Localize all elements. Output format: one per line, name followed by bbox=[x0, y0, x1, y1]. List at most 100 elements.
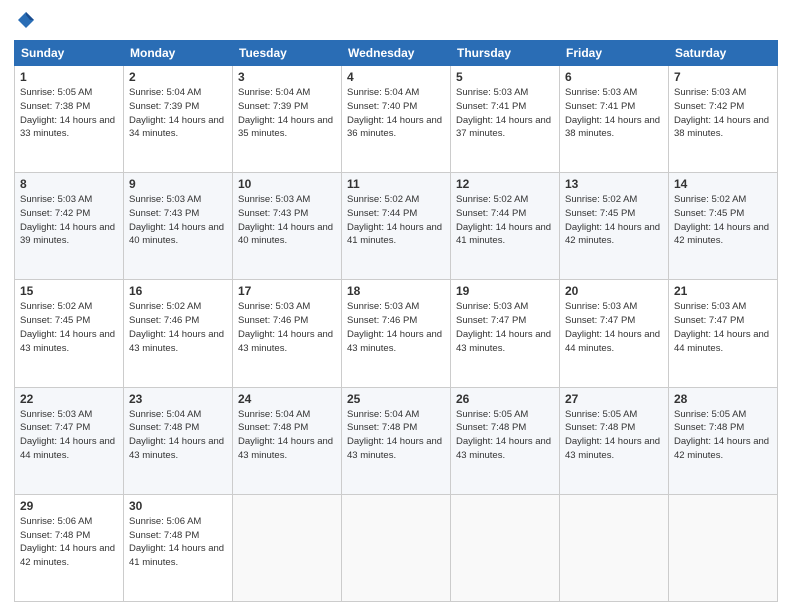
day-number: 22 bbox=[20, 392, 118, 406]
day-info: Sunrise: 5:03 AMSunset: 7:46 PMDaylight:… bbox=[238, 300, 336, 355]
header bbox=[14, 10, 778, 32]
day-info: Sunrise: 5:05 AMSunset: 7:48 PMDaylight:… bbox=[674, 408, 772, 463]
day-info: Sunrise: 5:04 AMSunset: 7:48 PMDaylight:… bbox=[129, 408, 227, 463]
calendar-header-saturday: Saturday bbox=[669, 41, 778, 66]
calendar-header-monday: Monday bbox=[124, 41, 233, 66]
calendar-week-row: 8 Sunrise: 5:03 AMSunset: 7:42 PMDaylight… bbox=[15, 173, 778, 280]
calendar-cell: 4 Sunrise: 5:04 AMSunset: 7:40 PMDaylight… bbox=[342, 66, 451, 173]
day-info: Sunrise: 5:03 AMSunset: 7:43 PMDaylight:… bbox=[129, 193, 227, 248]
calendar-cell bbox=[669, 494, 778, 601]
day-number: 20 bbox=[565, 284, 663, 298]
day-info: Sunrise: 5:04 AMSunset: 7:39 PMDaylight:… bbox=[129, 86, 227, 141]
day-number: 9 bbox=[129, 177, 227, 191]
calendar-cell: 19 Sunrise: 5:03 AMSunset: 7:47 PMDayligh… bbox=[451, 280, 560, 387]
calendar-cell: 25 Sunrise: 5:04 AMSunset: 7:48 PMDayligh… bbox=[342, 387, 451, 494]
day-info: Sunrise: 5:02 AMSunset: 7:45 PMDaylight:… bbox=[565, 193, 663, 248]
day-number: 15 bbox=[20, 284, 118, 298]
calendar-cell: 22Sunrise: 5:03 AMSunset: 7:47 PMDayligh… bbox=[15, 387, 124, 494]
day-number: 2 bbox=[129, 70, 227, 84]
day-info: Sunrise: 5:05 AMSunset: 7:38 PMDaylight:… bbox=[20, 86, 118, 141]
calendar-header-tuesday: Tuesday bbox=[233, 41, 342, 66]
calendar-cell: 26 Sunrise: 5:05 AMSunset: 7:48 PMDayligh… bbox=[451, 387, 560, 494]
day-info: Sunrise: 5:06 AMSunset: 7:48 PMDaylight:… bbox=[20, 515, 118, 570]
day-info: Sunrise: 5:03 AMSunset: 7:43 PMDaylight:… bbox=[238, 193, 336, 248]
day-number: 24 bbox=[238, 392, 336, 406]
day-number: 13 bbox=[565, 177, 663, 191]
day-number: 10 bbox=[238, 177, 336, 191]
day-info: Sunrise: 5:02 AMSunset: 7:45 PMDaylight:… bbox=[674, 193, 772, 248]
day-info: Sunrise: 5:02 AMSunset: 7:44 PMDaylight:… bbox=[347, 193, 445, 248]
day-number: 27 bbox=[565, 392, 663, 406]
day-number: 11 bbox=[347, 177, 445, 191]
day-number: 3 bbox=[238, 70, 336, 84]
day-info: Sunrise: 5:02 AMSunset: 7:44 PMDaylight:… bbox=[456, 193, 554, 248]
calendar-cell: 27 Sunrise: 5:05 AMSunset: 7:48 PMDayligh… bbox=[560, 387, 669, 494]
calendar-cell: 28 Sunrise: 5:05 AMSunset: 7:48 PMDayligh… bbox=[669, 387, 778, 494]
calendar-cell: 8 Sunrise: 5:03 AMSunset: 7:42 PMDaylight… bbox=[15, 173, 124, 280]
day-info: Sunrise: 5:05 AMSunset: 7:48 PMDaylight:… bbox=[565, 408, 663, 463]
day-number: 23 bbox=[129, 392, 227, 406]
day-number: 5 bbox=[456, 70, 554, 84]
day-info: Sunrise: 5:03 AMSunset: 7:46 PMDaylight:… bbox=[347, 300, 445, 355]
calendar-cell: 7 Sunrise: 5:03 AMSunset: 7:42 PMDaylight… bbox=[669, 66, 778, 173]
day-number: 16 bbox=[129, 284, 227, 298]
calendar-cell: 9 Sunrise: 5:03 AMSunset: 7:43 PMDaylight… bbox=[124, 173, 233, 280]
day-info: Sunrise: 5:03 AMSunset: 7:42 PMDaylight:… bbox=[674, 86, 772, 141]
day-info: Sunrise: 5:04 AMSunset: 7:48 PMDaylight:… bbox=[238, 408, 336, 463]
calendar-cell: 13 Sunrise: 5:02 AMSunset: 7:45 PMDayligh… bbox=[560, 173, 669, 280]
calendar-cell bbox=[342, 494, 451, 601]
day-number: 18 bbox=[347, 284, 445, 298]
calendar-cell: 20 Sunrise: 5:03 AMSunset: 7:47 PMDayligh… bbox=[560, 280, 669, 387]
calendar-cell: 29 Sunrise: 5:06 AMSunset: 7:48 PMDayligh… bbox=[15, 494, 124, 601]
logo-icon bbox=[16, 10, 36, 30]
day-number: 8 bbox=[20, 177, 118, 191]
calendar-header-friday: Friday bbox=[560, 41, 669, 66]
calendar-cell: 15 Sunrise: 5:02 AMSunset: 7:45 PMDayligh… bbox=[15, 280, 124, 387]
day-number: 28 bbox=[674, 392, 772, 406]
calendar-cell: 30 Sunrise: 5:06 AMSunset: 7:48 PMDayligh… bbox=[124, 494, 233, 601]
calendar-header-thursday: Thursday bbox=[451, 41, 560, 66]
calendar-header-row: SundayMondayTuesdayWednesdayThursdayFrid… bbox=[15, 41, 778, 66]
calendar-cell: 10 Sunrise: 5:03 AMSunset: 7:43 PMDayligh… bbox=[233, 173, 342, 280]
calendar-cell: 6Sunrise: 5:03 AMSunset: 7:41 PMDaylight… bbox=[560, 66, 669, 173]
day-number: 21 bbox=[674, 284, 772, 298]
day-info: Sunrise: 5:04 AMSunset: 7:39 PMDaylight:… bbox=[238, 86, 336, 141]
day-number: 12 bbox=[456, 177, 554, 191]
calendar-table: SundayMondayTuesdayWednesdayThursdayFrid… bbox=[14, 40, 778, 602]
day-number: 26 bbox=[456, 392, 554, 406]
calendar-cell: 11 Sunrise: 5:02 AMSunset: 7:44 PMDayligh… bbox=[342, 173, 451, 280]
calendar-cell: 24 Sunrise: 5:04 AMSunset: 7:48 PMDayligh… bbox=[233, 387, 342, 494]
day-info: Sunrise: 5:02 AMSunset: 7:45 PMDaylight:… bbox=[20, 300, 118, 355]
day-number: 30 bbox=[129, 499, 227, 513]
day-info: Sunrise: 5:03 AMSunset: 7:42 PMDaylight:… bbox=[20, 193, 118, 248]
day-number: 7 bbox=[674, 70, 772, 84]
day-info: Sunrise: 5:06 AMSunset: 7:48 PMDaylight:… bbox=[129, 515, 227, 570]
calendar-cell: 1 Sunrise: 5:05 AMSunset: 7:38 PMDaylight… bbox=[15, 66, 124, 173]
calendar-cell bbox=[233, 494, 342, 601]
day-number: 29 bbox=[20, 499, 118, 513]
calendar-cell: 2 Sunrise: 5:04 AMSunset: 7:39 PMDaylight… bbox=[124, 66, 233, 173]
page: SundayMondayTuesdayWednesdayThursdayFrid… bbox=[0, 0, 792, 612]
day-number: 4 bbox=[347, 70, 445, 84]
calendar-cell: 23 Sunrise: 5:04 AMSunset: 7:48 PMDayligh… bbox=[124, 387, 233, 494]
day-info: Sunrise: 5:03 AMSunset: 7:47 PMDaylight:… bbox=[674, 300, 772, 355]
day-number: 25 bbox=[347, 392, 445, 406]
day-info: Sunrise: 5:02 AMSunset: 7:46 PMDaylight:… bbox=[129, 300, 227, 355]
day-number: 19 bbox=[456, 284, 554, 298]
day-info: Sunrise: 5:05 AMSunset: 7:48 PMDaylight:… bbox=[456, 408, 554, 463]
day-number: 17 bbox=[238, 284, 336, 298]
calendar-week-row: 1 Sunrise: 5:05 AMSunset: 7:38 PMDaylight… bbox=[15, 66, 778, 173]
day-info: Sunrise: 5:03 AMSunset: 7:47 PMDaylight:… bbox=[456, 300, 554, 355]
calendar-cell: 5Sunrise: 5:03 AMSunset: 7:41 PMDaylight… bbox=[451, 66, 560, 173]
calendar-cell bbox=[560, 494, 669, 601]
day-info: Sunrise: 5:03 AMSunset: 7:47 PMDaylight:… bbox=[565, 300, 663, 355]
calendar-cell: 18 Sunrise: 5:03 AMSunset: 7:46 PMDayligh… bbox=[342, 280, 451, 387]
calendar-cell: 16 Sunrise: 5:02 AMSunset: 7:46 PMDayligh… bbox=[124, 280, 233, 387]
calendar-cell: 12 Sunrise: 5:02 AMSunset: 7:44 PMDayligh… bbox=[451, 173, 560, 280]
calendar-week-row: 22Sunrise: 5:03 AMSunset: 7:47 PMDayligh… bbox=[15, 387, 778, 494]
calendar-header-wednesday: Wednesday bbox=[342, 41, 451, 66]
day-info: Sunrise: 5:04 AMSunset: 7:48 PMDaylight:… bbox=[347, 408, 445, 463]
day-info: Sunrise: 5:04 AMSunset: 7:40 PMDaylight:… bbox=[347, 86, 445, 141]
day-number: 1 bbox=[20, 70, 118, 84]
calendar-cell bbox=[451, 494, 560, 601]
